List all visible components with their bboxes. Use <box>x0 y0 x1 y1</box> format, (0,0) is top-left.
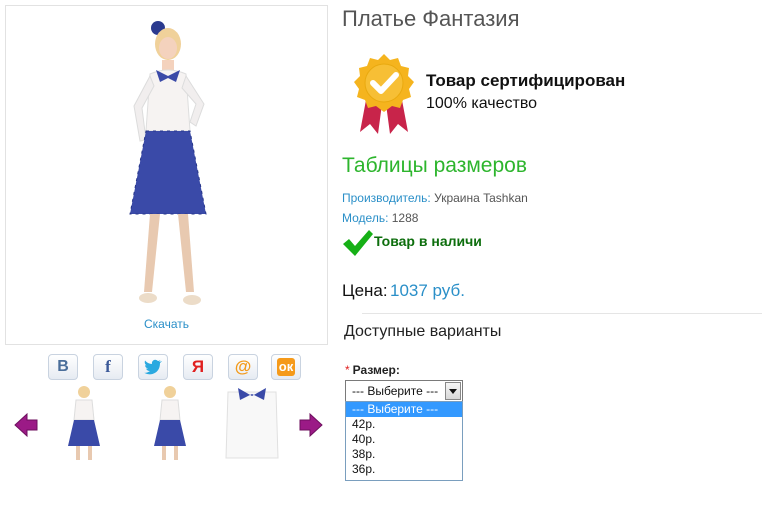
required-mark: * <box>345 363 350 377</box>
variants-heading: Доступные варианты <box>344 323 502 340</box>
checkmark-icon <box>343 230 373 256</box>
size-select[interactable]: --- Выберите --- <box>345 380 463 402</box>
manufacturer-label: Производитель: <box>342 191 431 205</box>
size-option[interactable]: 38р. <box>346 447 462 462</box>
size-option[interactable]: 42р. <box>346 417 462 432</box>
mail-icon: @ <box>234 357 252 376</box>
main-product-image[interactable]: Скачать <box>5 5 328 345</box>
size-label: * Размер: <box>345 363 400 377</box>
thumbnail-3[interactable] <box>220 384 284 462</box>
thumbnail-1[interactable] <box>54 384 118 462</box>
manufacturer-value: Украина Tashkan <box>434 191 528 205</box>
twitter-share-button[interactable] <box>138 354 168 380</box>
twitter-icon <box>144 359 162 375</box>
certificate-title: Товар сертифицирован <box>426 71 626 90</box>
size-option[interactable]: 36р. <box>346 462 462 477</box>
size-dropdown-list: --- Выберите --- 42р. 40р. 38р. 36р. <box>345 401 463 481</box>
thumbnail-2[interactable] <box>138 384 202 462</box>
prev-arrow-icon[interactable] <box>13 412 39 438</box>
yandex-share-button[interactable]: Я <box>183 354 213 380</box>
price-value: 1037 руб. <box>390 281 465 300</box>
model-label: Модель: <box>342 211 389 225</box>
size-option[interactable]: 40р. <box>346 432 462 447</box>
price-label: Цена: <box>342 281 388 300</box>
model-value: 1288 <box>391 211 419 225</box>
mail-share-button[interactable]: @ <box>228 354 258 380</box>
dress-model-image <box>129 21 207 305</box>
facebook-icon: f <box>105 357 111 376</box>
stock-status: Товар в наличи <box>374 233 482 249</box>
odnoklassniki-share-button[interactable]: ок <box>271 354 301 380</box>
divider <box>362 313 762 314</box>
certificate-subtitle: 100% качество <box>426 95 538 112</box>
odnoklassniki-icon: ок <box>277 358 295 376</box>
yandex-icon: Я <box>191 357 205 376</box>
model-row: Модель: 1288 <box>342 211 418 225</box>
vk-share-button[interactable]: B <box>48 354 78 380</box>
chevron-down-icon[interactable] <box>445 382 461 400</box>
size-option[interactable]: --- Выберите --- <box>346 402 462 417</box>
size-label-text: Размер: <box>352 363 400 377</box>
certificate-badge-icon <box>354 54 414 134</box>
manufacturer-row: Производитель: Украина Tashkan <box>342 191 528 205</box>
size-select-value: --- Выберите --- <box>352 384 439 398</box>
vk-icon: B <box>57 358 69 375</box>
size-table-link[interactable]: Таблицы размеров <box>342 154 527 178</box>
next-arrow-icon[interactable] <box>298 412 324 438</box>
product-title: Платье Фантазия <box>342 6 520 31</box>
facebook-share-button[interactable]: f <box>93 354 123 380</box>
download-link[interactable]: Скачать <box>6 317 327 331</box>
